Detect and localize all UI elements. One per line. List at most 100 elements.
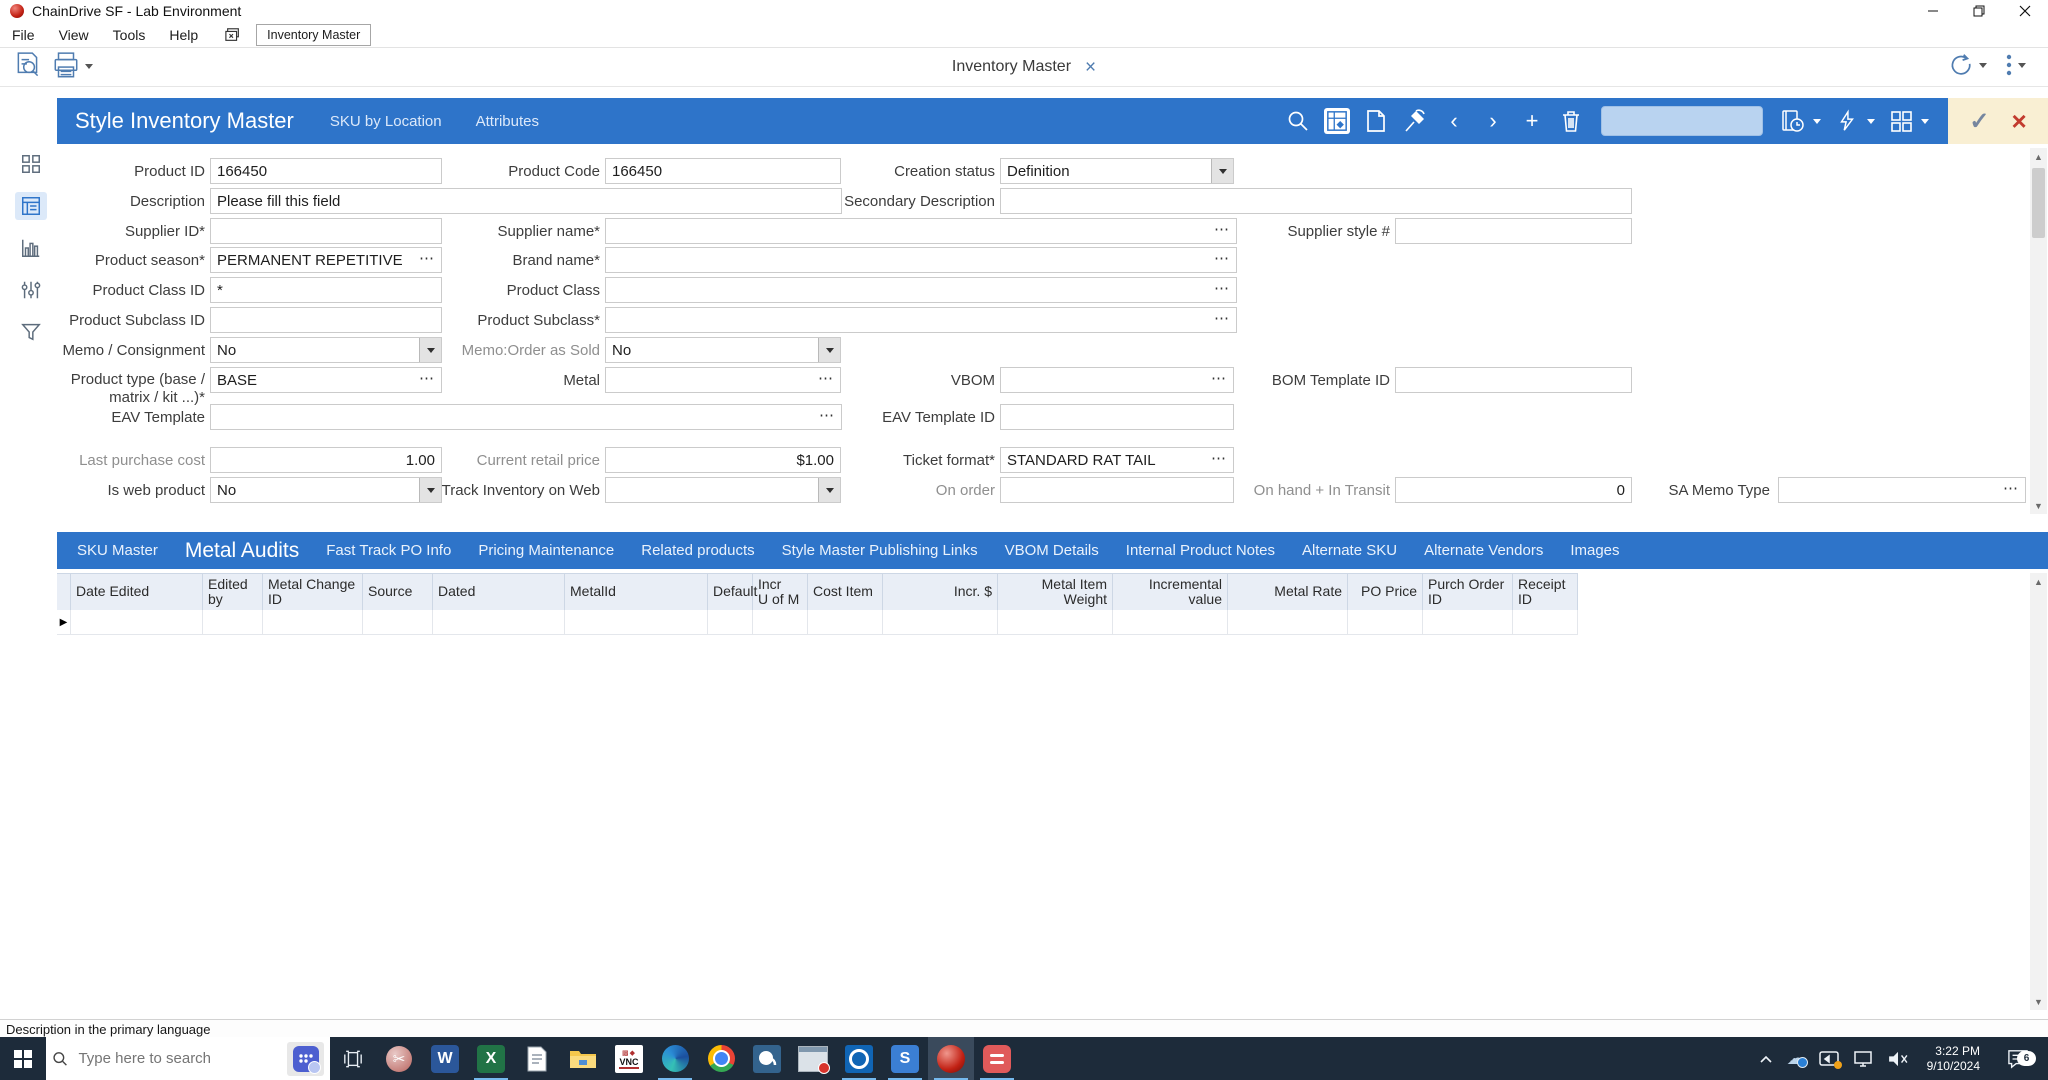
search-highlight-icon[interactable] bbox=[287, 1042, 324, 1076]
col-incr-uofm[interactable]: Incr U of M bbox=[753, 574, 808, 610]
search-input[interactable] bbox=[76, 1049, 279, 1068]
nav-attributes[interactable]: Attributes bbox=[476, 113, 539, 130]
tab-pricing-maintenance[interactable]: Pricing Maintenance bbox=[478, 542, 614, 559]
taskbar-search[interactable] bbox=[46, 1037, 330, 1080]
col-metal-item-weight[interactable]: Metal Item Weight bbox=[998, 574, 1113, 610]
tray-expand-icon[interactable] bbox=[1759, 1054, 1773, 1064]
pgadmin-icon[interactable] bbox=[744, 1037, 790, 1080]
volume-muted-icon[interactable] bbox=[1887, 1051, 1909, 1067]
close-document-icon[interactable]: × bbox=[1085, 58, 1096, 77]
field-secondary-description[interactable] bbox=[1000, 188, 1632, 214]
excel-icon[interactable]: X bbox=[468, 1037, 514, 1080]
chaindrive-icon[interactable] bbox=[928, 1037, 974, 1080]
field-product-class-id[interactable] bbox=[210, 277, 442, 303]
close-button[interactable] bbox=[2002, 0, 2048, 22]
quick-search-input[interactable] bbox=[1601, 106, 1763, 136]
field-metal[interactable]: ⋯ bbox=[605, 367, 841, 393]
col-dated[interactable]: Dated bbox=[433, 574, 565, 610]
next-record-icon[interactable]: › bbox=[1480, 108, 1506, 134]
scroll-down-icon[interactable]: ▼ bbox=[2030, 993, 2047, 1010]
tab-alternate-vendors[interactable]: Alternate Vendors bbox=[1424, 542, 1543, 559]
field-ticket-format[interactable]: ⋯ bbox=[1000, 447, 1234, 473]
network-icon[interactable] bbox=[1853, 1051, 1873, 1067]
field-description[interactable] bbox=[210, 188, 842, 214]
col-date-edited[interactable]: Date Edited bbox=[71, 574, 203, 610]
screen-capture-icon[interactable] bbox=[790, 1037, 836, 1080]
menu-help[interactable]: Help bbox=[157, 27, 210, 43]
col-incremental-value[interactable]: Incremental value bbox=[1113, 574, 1228, 610]
layout-caret[interactable] bbox=[1921, 119, 1929, 124]
delete-record-icon[interactable] bbox=[1558, 108, 1584, 134]
dropdown-button[interactable] bbox=[1211, 159, 1233, 183]
field-product-id[interactable] bbox=[210, 158, 442, 184]
edge-icon[interactable] bbox=[652, 1037, 698, 1080]
print-icon[interactable] bbox=[52, 51, 80, 81]
chrome-icon[interactable] bbox=[698, 1037, 744, 1080]
outlook-icon[interactable] bbox=[836, 1037, 882, 1080]
tab-internal-product-notes[interactable]: Internal Product Notes bbox=[1126, 542, 1275, 559]
tab-fast-track-po-info[interactable]: Fast Track PO Info bbox=[326, 542, 451, 559]
tab-style-master-publishing-links[interactable]: Style Master Publishing Links bbox=[782, 542, 978, 559]
confirm-check-icon[interactable]: ✓ bbox=[1969, 107, 1989, 136]
col-receipt-id[interactable]: Receipt ID bbox=[1513, 574, 1578, 610]
col-purch-order-id[interactable]: Purch Order ID bbox=[1423, 574, 1513, 610]
field-current-retail-price[interactable] bbox=[605, 447, 841, 473]
dashboard-view-icon[interactable] bbox=[1324, 108, 1350, 134]
snipping-tool-icon[interactable]: ✂ bbox=[376, 1037, 422, 1080]
col-cost-item[interactable]: Cost Item bbox=[808, 574, 883, 610]
close-all-windows-icon[interactable] bbox=[224, 27, 242, 43]
word-icon[interactable]: W bbox=[422, 1037, 468, 1080]
restore-button[interactable] bbox=[1956, 0, 2002, 22]
lookup-icon[interactable]: ⋯ bbox=[1212, 309, 1236, 331]
previous-record-icon[interactable]: ‹ bbox=[1441, 108, 1467, 134]
new-record-icon[interactable] bbox=[1363, 108, 1389, 134]
onedrive-cloud-icon[interactable]: ☁ bbox=[1787, 1048, 1805, 1069]
grid-scrollbar[interactable]: ▲ ▼ bbox=[2030, 573, 2047, 1010]
field-brand-name[interactable]: ⋯ bbox=[605, 247, 1237, 273]
field-creation-status[interactable]: Definition bbox=[1000, 158, 1234, 184]
layout-grid-icon[interactable] bbox=[1888, 108, 1914, 134]
field-track-inventory-web[interactable] bbox=[605, 477, 841, 503]
col-po-price[interactable]: PO Price bbox=[1348, 574, 1423, 610]
tab-alternate-sku[interactable]: Alternate SKU bbox=[1302, 542, 1397, 559]
notepad-icon[interactable] bbox=[514, 1037, 560, 1080]
scroll-down-icon[interactable]: ▼ bbox=[2030, 497, 2047, 514]
field-sa-memo-type[interactable]: ⋯ bbox=[1778, 477, 2026, 503]
menu-file[interactable]: File bbox=[0, 27, 47, 43]
form-scrollbar[interactable]: ▲ ▼ bbox=[2030, 148, 2047, 514]
field-product-type[interactable]: ⋯ bbox=[210, 367, 442, 393]
start-button[interactable] bbox=[0, 1037, 46, 1080]
field-last-purchase-cost[interactable] bbox=[210, 447, 442, 473]
field-supplier-name[interactable]: ⋯ bbox=[605, 218, 1237, 244]
actions-caret[interactable] bbox=[1867, 119, 1875, 124]
nav-sku-by-location[interactable]: SKU by Location bbox=[330, 113, 442, 130]
add-record-icon[interactable]: + bbox=[1519, 108, 1545, 134]
more-options-icon[interactable] bbox=[2005, 53, 2013, 77]
cancel-x-icon[interactable]: × bbox=[2011, 108, 2026, 134]
dropdown-button[interactable] bbox=[818, 338, 840, 362]
refresh-icon[interactable] bbox=[1948, 52, 1974, 78]
scroll-up-icon[interactable]: ▲ bbox=[2030, 573, 2047, 590]
lookup-icon[interactable]: ⋯ bbox=[1212, 249, 1236, 271]
col-default[interactable]: Default bbox=[708, 574, 753, 610]
menu-view[interactable]: View bbox=[47, 27, 101, 43]
field-on-hand-in-transit[interactable] bbox=[1395, 477, 1632, 503]
print-dropdown-caret[interactable] bbox=[85, 64, 93, 69]
tab-vbom-details[interactable]: VBOM Details bbox=[1005, 542, 1099, 559]
open-document-tab[interactable]: Inventory Master bbox=[256, 24, 371, 46]
snagit-icon[interactable]: S bbox=[882, 1037, 928, 1080]
display-cast-icon[interactable] bbox=[1819, 1051, 1839, 1067]
history-log-icon[interactable] bbox=[1780, 108, 1806, 134]
col-metal-rate[interactable]: Metal Rate bbox=[1228, 574, 1348, 610]
col-metal-change-id[interactable]: Metal Change ID bbox=[263, 574, 363, 610]
field-is-web-product[interactable]: No bbox=[210, 477, 442, 503]
grid-empty-row[interactable]: ▶ bbox=[57, 610, 1578, 635]
history-log-caret[interactable] bbox=[1813, 119, 1821, 124]
vnc-icon[interactable]: ▩◆ VNC bbox=[606, 1037, 652, 1080]
file-explorer-icon[interactable] bbox=[560, 1037, 606, 1080]
tab-related-products[interactable]: Related products bbox=[641, 542, 754, 559]
tab-images[interactable]: Images bbox=[1570, 542, 1619, 559]
col-edited-by[interactable]: Edited by bbox=[203, 574, 263, 610]
field-memo-order-as-sold[interactable]: No bbox=[605, 337, 841, 363]
notification-center-icon[interactable]: 6 bbox=[1998, 1049, 2038, 1069]
